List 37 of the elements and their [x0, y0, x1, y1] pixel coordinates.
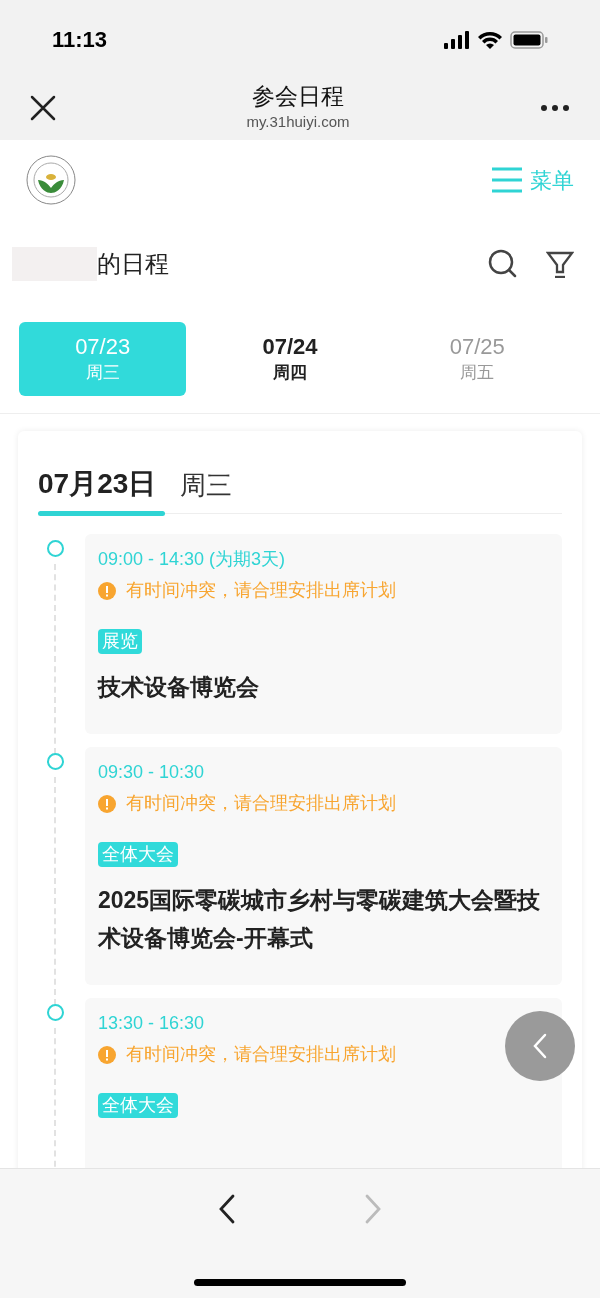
event-card[interactable]: 09:30 - 10:30 有时间冲突，请合理安排出席计划 全体大会 2025国际零碳城市乡村与零碳建筑大会暨技术设备博览会-开幕式: [85, 747, 562, 985]
date-tab[interactable]: 07/24 周四: [206, 322, 374, 396]
warning-icon: [98, 1045, 116, 1064]
menu-icon: [492, 167, 522, 193]
menu-button[interactable]: 菜单: [492, 163, 574, 197]
filter-icon[interactable]: [546, 250, 574, 278]
day-weekday: 周三: [180, 469, 233, 502]
warning-icon: [98, 581, 116, 600]
event-time: 13:30 - 16:30: [98, 1012, 206, 1035]
logo-icon: [26, 155, 76, 205]
event-time: 09:30 - 10:30: [98, 761, 206, 784]
event-card[interactable]: 13:30 - 16:30 有时间冲突，请合理安排出席计划 全体大会: [85, 998, 562, 1168]
signal-icon: [444, 30, 470, 49]
event-card[interactable]: 09:00 - 14:30 (为期3天) 有时间冲突，请合理安排出席计划 展览 技术设备博览会: [85, 534, 562, 734]
warning-icon: [98, 794, 116, 813]
event-title: 技术设备博览会: [98, 673, 260, 702]
page-url: my.31huiyi.com: [246, 111, 350, 132]
event-time: 09:00 - 14:30 (为期3天): [98, 548, 287, 571]
category-tag: 全体大会: [98, 1093, 178, 1118]
conflict-warning: 有时间冲突，请合理安排出席计划: [126, 1043, 396, 1066]
back-icon[interactable]: [217, 1193, 237, 1225]
more-icon[interactable]: [540, 103, 570, 112]
category-tag: 全体大会: [98, 842, 178, 867]
conflict-warning: 有时间冲突，请合理安排出席计划: [126, 579, 396, 602]
conflict-warning: 有时间冲突，请合理安排出席计划: [126, 792, 396, 815]
close-icon[interactable]: [30, 94, 56, 121]
wifi-icon: [478, 30, 502, 49]
event-title: 2025国际零碳城市乡村与零碳建筑大会暨技术设备博览会-开幕式: [98, 886, 542, 953]
day-date: 07月23日: [38, 467, 157, 501]
search-icon[interactable]: [488, 249, 518, 279]
page-title: 参会日程: [252, 81, 344, 111]
chevron-left-icon: [532, 1033, 548, 1059]
date-tab[interactable]: 07/23 周三: [19, 322, 187, 396]
schedule-title: 的日程: [97, 249, 169, 279]
battery-icon: [510, 30, 548, 49]
status-time: 11:13: [52, 26, 108, 54]
category-tag: 展览: [98, 629, 142, 654]
